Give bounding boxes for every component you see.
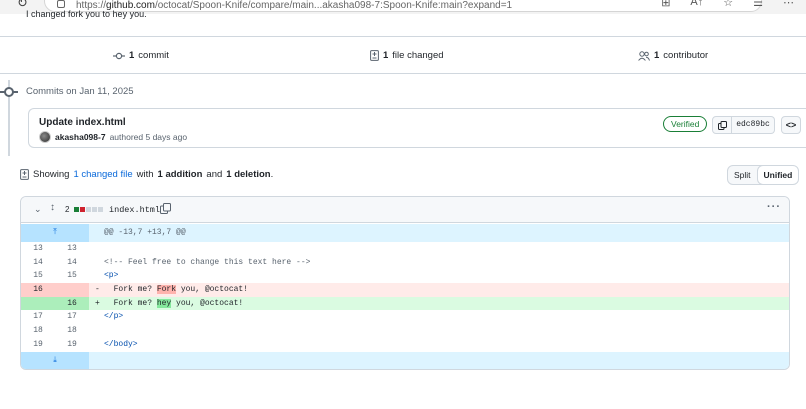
changed-files-link[interactable]: 1 changed file [73,169,132,180]
pr-description-text: I changed fork you to hey you. [26,9,147,19]
diff-row: 14 14 <!-- Feel free to change this text … [33,257,311,267]
avatar[interactable] [39,131,51,143]
divider [0,73,806,74]
split-view-button[interactable]: Split [728,166,757,184]
favorites-list-icon[interactable]: ☰ [753,0,763,9]
files-changed-summary[interactable]: 1 file changed [370,50,444,61]
expand-down-row: ⤓ [21,351,789,369]
verified-badge[interactable]: Verified [663,116,708,132]
expand-all-icon[interactable]: ↕ [50,202,55,213]
diffstat-bar [74,207,103,212]
grid-icon[interactable]: ⊞ [661,0,670,9]
read-aloud-icon[interactable]: A↑ [690,0,703,9]
expand-up-icon[interactable]: ⤒ [21,224,89,242]
added-word: hey [156,298,172,308]
authored-time: authored 5 days ago [109,132,188,142]
chevron-down-icon[interactable]: ⌄ [34,204,42,215]
contributors-summary[interactable]: 1 contributor [638,50,708,61]
commits-date-heading: Commits on Jan 11, 2025 [26,86,134,97]
address-bar[interactable]: https://github.com/octocat/Spoon-Knife/c… [44,0,762,12]
people-icon [638,50,650,61]
compare-summary-bar: 1 commit 1 file changed 1 contributor [0,50,806,66]
file-options-button[interactable]: ··· [767,201,781,213]
deleted-word: Fork [156,285,177,295]
divider [0,36,806,37]
unified-view-button[interactable]: Unified [756,166,799,184]
commit-title-link[interactable]: Update index.html [39,117,126,128]
commit-author-link[interactable]: akasha098-7 [55,132,106,142]
diff-change-count: 2 [65,205,70,214]
browse-repository-button[interactable]: <> [781,116,801,134]
hunk-header-text: @@ -13,7 +13,7 @@ [104,228,186,237]
diff-view-toggle: Split Unified [727,165,800,185]
file-diff-icon [370,50,379,61]
copy-icon [717,120,727,130]
expand-down-icon[interactable]: ⤓ [21,351,89,369]
diff-row: 13 13 [33,244,77,253]
timeline-dot [4,87,14,97]
copy-sha-button[interactable] [712,116,732,134]
copy-path-icon[interactable] [160,203,171,216]
file-name-link[interactable]: index.html [109,205,160,215]
diff-row: 19 19 </body> [33,339,138,349]
diff-lines: ⤒ @@ -13,7 +13,7 @@ 13 13 14 14 <!-- Feel … [21,224,789,369]
file-diff: ⌄ ↕ 2 index.html ··· ⤒ @@ -13,7 +13,7 @@… [20,196,790,370]
commit-meta: akasha098-7 authored 5 days ago [39,131,187,143]
commit-card: Update index.html akasha098-7 authored 5… [28,108,806,148]
deletions-count: 1 deletion [226,169,271,180]
commit-icon [113,52,125,59]
more-icon[interactable]: ⋯ [783,0,794,9]
diff-row-addition: 16 + Fork me? hey you, @octocat! [21,296,789,311]
diff-row: 17 17 </p> [33,312,124,322]
file-diff-header: ⌄ ↕ 2 index.html ··· [21,197,789,223]
commit-sha-link[interactable]: edc89bc [732,116,775,134]
diff-row: 18 18 [33,326,77,336]
commits-summary[interactable]: 1 commit [113,50,169,61]
favorite-star-icon[interactable]: ☆ [723,0,733,9]
diff-stats-line: Showing 1 changed file with 1 addition a… [20,169,273,180]
diff-row-deletion: 16 - Fork me? Fork you, @octocat! [21,283,789,297]
diff-row: 15 15 <p> [33,271,119,281]
lock-icon [57,0,65,8]
additions-count: 1 addition [157,169,203,180]
hunk-header-row: ⤒ @@ -13,7 +13,7 @@ [21,224,789,242]
file-diff-icon [20,169,29,180]
